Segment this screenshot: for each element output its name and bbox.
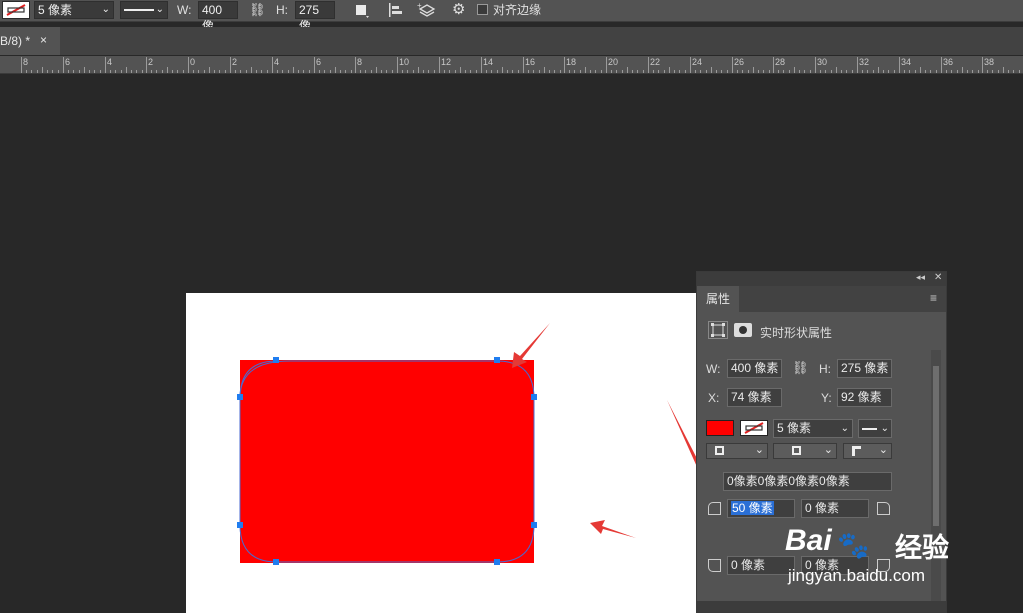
arrow-icon — [590, 520, 636, 538]
x-label: X: — [708, 391, 720, 405]
watermark-brand: Bai — [785, 524, 832, 557]
chevron-down-icon[interactable]: ⌄ — [841, 420, 849, 437]
stroke-corners-select[interactable]: ⌄ — [843, 443, 892, 459]
tab-properties[interactable]: 属性 — [697, 286, 739, 312]
watermark-url: jingyan.baidu.com — [788, 566, 926, 585]
chevron-down-icon[interactable]: ⌄ — [824, 443, 833, 456]
panel-width-field[interactable]: 400 像素 — [727, 359, 782, 378]
corner-topright-icon — [877, 502, 890, 515]
chevron-down-icon[interactable]: ⌄ — [879, 443, 888, 456]
link-icon[interactable]: ⛓ — [792, 360, 809, 376]
stroke-none-icon — [744, 422, 764, 434]
corner-radius-topleft-field[interactable]: 50 像素 — [727, 499, 795, 518]
panel-tab-bar: 属性 ≡ — [697, 286, 946, 312]
live-shape-properties-label: 实时形状属性 — [760, 326, 833, 340]
corner-radius-all-field[interactable]: 0像素0像素0像素0像素 — [723, 472, 892, 491]
mask-icon[interactable] — [734, 323, 752, 337]
stroke-color-swatch[interactable] — [740, 420, 768, 436]
chevron-down-icon[interactable]: ⌄ — [881, 420, 889, 437]
stroke-caps-select[interactable]: ⌄ — [773, 443, 837, 459]
arrow-icon — [512, 323, 550, 368]
panel-titlebar[interactable]: ◂◂ ✕ — [697, 272, 946, 286]
stroke-cap-icon — [792, 446, 801, 455]
corner-topleft-icon — [708, 502, 721, 515]
line-style-icon — [862, 428, 877, 430]
baidu-watermark: Bai 🐾 经验 jingyan.baidu.com — [785, 522, 975, 592]
shape-transform-icon[interactable] — [708, 321, 728, 339]
collapse-icon[interactable]: ◂◂ — [916, 272, 925, 283]
h-label: H: — [819, 362, 831, 376]
watermark-brand-suffix: 经验 — [895, 533, 949, 563]
stroke-inside-icon — [715, 446, 724, 455]
corner-bottomleft-icon — [708, 559, 721, 572]
panel-height-field[interactable]: 275 像素 — [837, 359, 892, 378]
panel-y-field[interactable]: 92 像素 — [837, 388, 892, 407]
stroke-corner-icon — [852, 446, 861, 456]
chevron-down-icon[interactable]: ⌄ — [755, 443, 764, 456]
corner-radius-topright-field[interactable]: 0 像素 — [801, 499, 869, 518]
panel-stroke-type-select[interactable]: ⌄ — [858, 419, 892, 438]
stroke-align-select[interactable]: ⌄ — [706, 443, 768, 459]
panel-stroke-width-field[interactable]: 5 像素 ⌄ — [773, 419, 853, 438]
panel-scrollbar-thumb[interactable] — [933, 366, 939, 526]
fill-color-swatch[interactable] — [706, 420, 734, 436]
w-label: W: — [706, 362, 721, 376]
panel-bottom-bar — [697, 601, 946, 612]
y-label: Y: — [821, 391, 832, 405]
close-icon[interactable]: ✕ — [934, 272, 942, 283]
panel-x-field[interactable]: 74 像素 — [727, 388, 782, 407]
menu-icon[interactable]: ≡ — [930, 291, 937, 305]
paw-icon: 🐾 — [837, 530, 870, 560]
